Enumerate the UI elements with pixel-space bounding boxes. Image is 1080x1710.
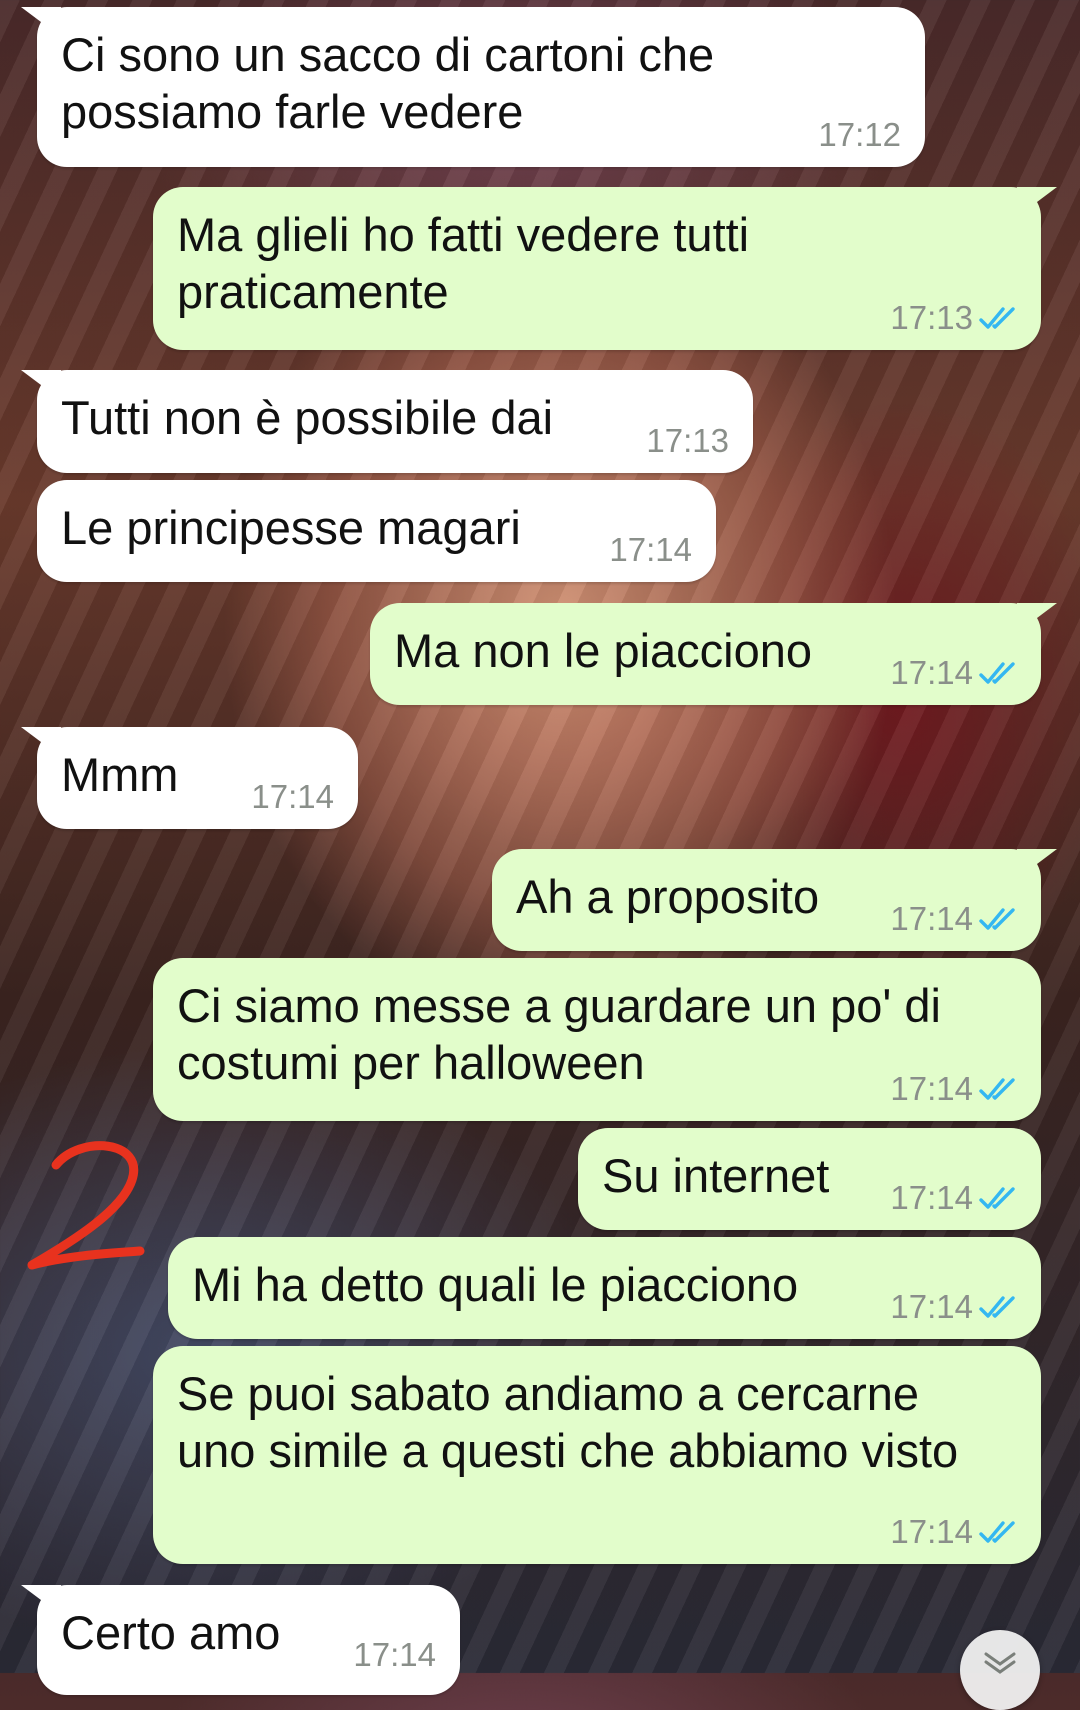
outgoing-message[interactable]: Ah a proposito 17:14 [492, 849, 1057, 951]
outgoing-message[interactable]: Se puoi sabato andiamo a cercarne uno si… [153, 1346, 1041, 1564]
message-time: 17:14 [890, 1070, 973, 1107]
message-list[interactable]: Ci sono un sacco di cartoni che possiamo… [0, 0, 1080, 1695]
message-time: 17:14 [890, 1179, 973, 1216]
message-text: Le principesse magari [61, 501, 521, 554]
read-ticks-icon [979, 1185, 1021, 1211]
message-time: 17:14 [890, 1288, 973, 1325]
message-text: Ci sono un sacco di cartoni che possiamo… [61, 28, 715, 138]
annotation-number: 2 [20, 1135, 150, 1280]
read-ticks-icon [979, 660, 1021, 686]
double-chevron-down-icon [982, 1630, 1018, 1679]
message-time: 17:14 [890, 1513, 973, 1550]
incoming-message[interactable]: Le principesse magari 17:14 [37, 480, 716, 582]
outgoing-message[interactable]: Su internet 17:14 [578, 1128, 1041, 1230]
incoming-message[interactable]: Mmm 17:14 [21, 727, 358, 829]
incoming-message[interactable]: Certo amo 17:14 [21, 1585, 460, 1695]
outgoing-message[interactable]: Ci siamo messe a guardare un po' di cost… [153, 958, 1041, 1121]
message-time: 17:14 [251, 778, 334, 815]
message-time: 17:12 [818, 116, 901, 153]
outgoing-message[interactable]: Ma glieli ho fatti vedere tutti praticam… [153, 187, 1057, 350]
message-time: 17:14 [890, 900, 973, 937]
read-ticks-icon [979, 1519, 1021, 1545]
bubble-tail [21, 7, 61, 37]
incoming-message[interactable]: Tutti non è possibile dai 17:13 [21, 370, 753, 473]
read-ticks-icon [979, 305, 1021, 331]
read-ticks-icon [979, 906, 1021, 932]
message-time: 17:14 [890, 654, 973, 691]
bubble-tail [1017, 603, 1057, 633]
message-time: 17:13 [890, 299, 973, 336]
read-ticks-icon [979, 1294, 1021, 1320]
incoming-message[interactable]: Ci sono un sacco di cartoni che possiamo… [21, 7, 925, 167]
bubble-tail [1017, 849, 1057, 879]
scroll-to-bottom-button[interactable] [960, 1630, 1040, 1710]
bubble-tail [21, 727, 61, 757]
message-time: 17:13 [646, 422, 729, 459]
message-time: 17:14 [353, 1636, 436, 1673]
outgoing-message[interactable]: Ma non le piacciono 17:14 [370, 603, 1057, 705]
message-text: Tutti non è possibile dai [61, 391, 554, 444]
message-time: 17:14 [609, 531, 692, 568]
read-ticks-icon [979, 1076, 1021, 1102]
message-text: Se puoi sabato andiamo a cercarne uno si… [177, 1367, 959, 1477]
bubble-tail [1017, 187, 1057, 217]
bubble-tail [21, 1585, 61, 1615]
bubble-tail [21, 370, 61, 400]
outgoing-message[interactable]: Mi ha detto quali le piacciono 17:14 [168, 1237, 1041, 1339]
